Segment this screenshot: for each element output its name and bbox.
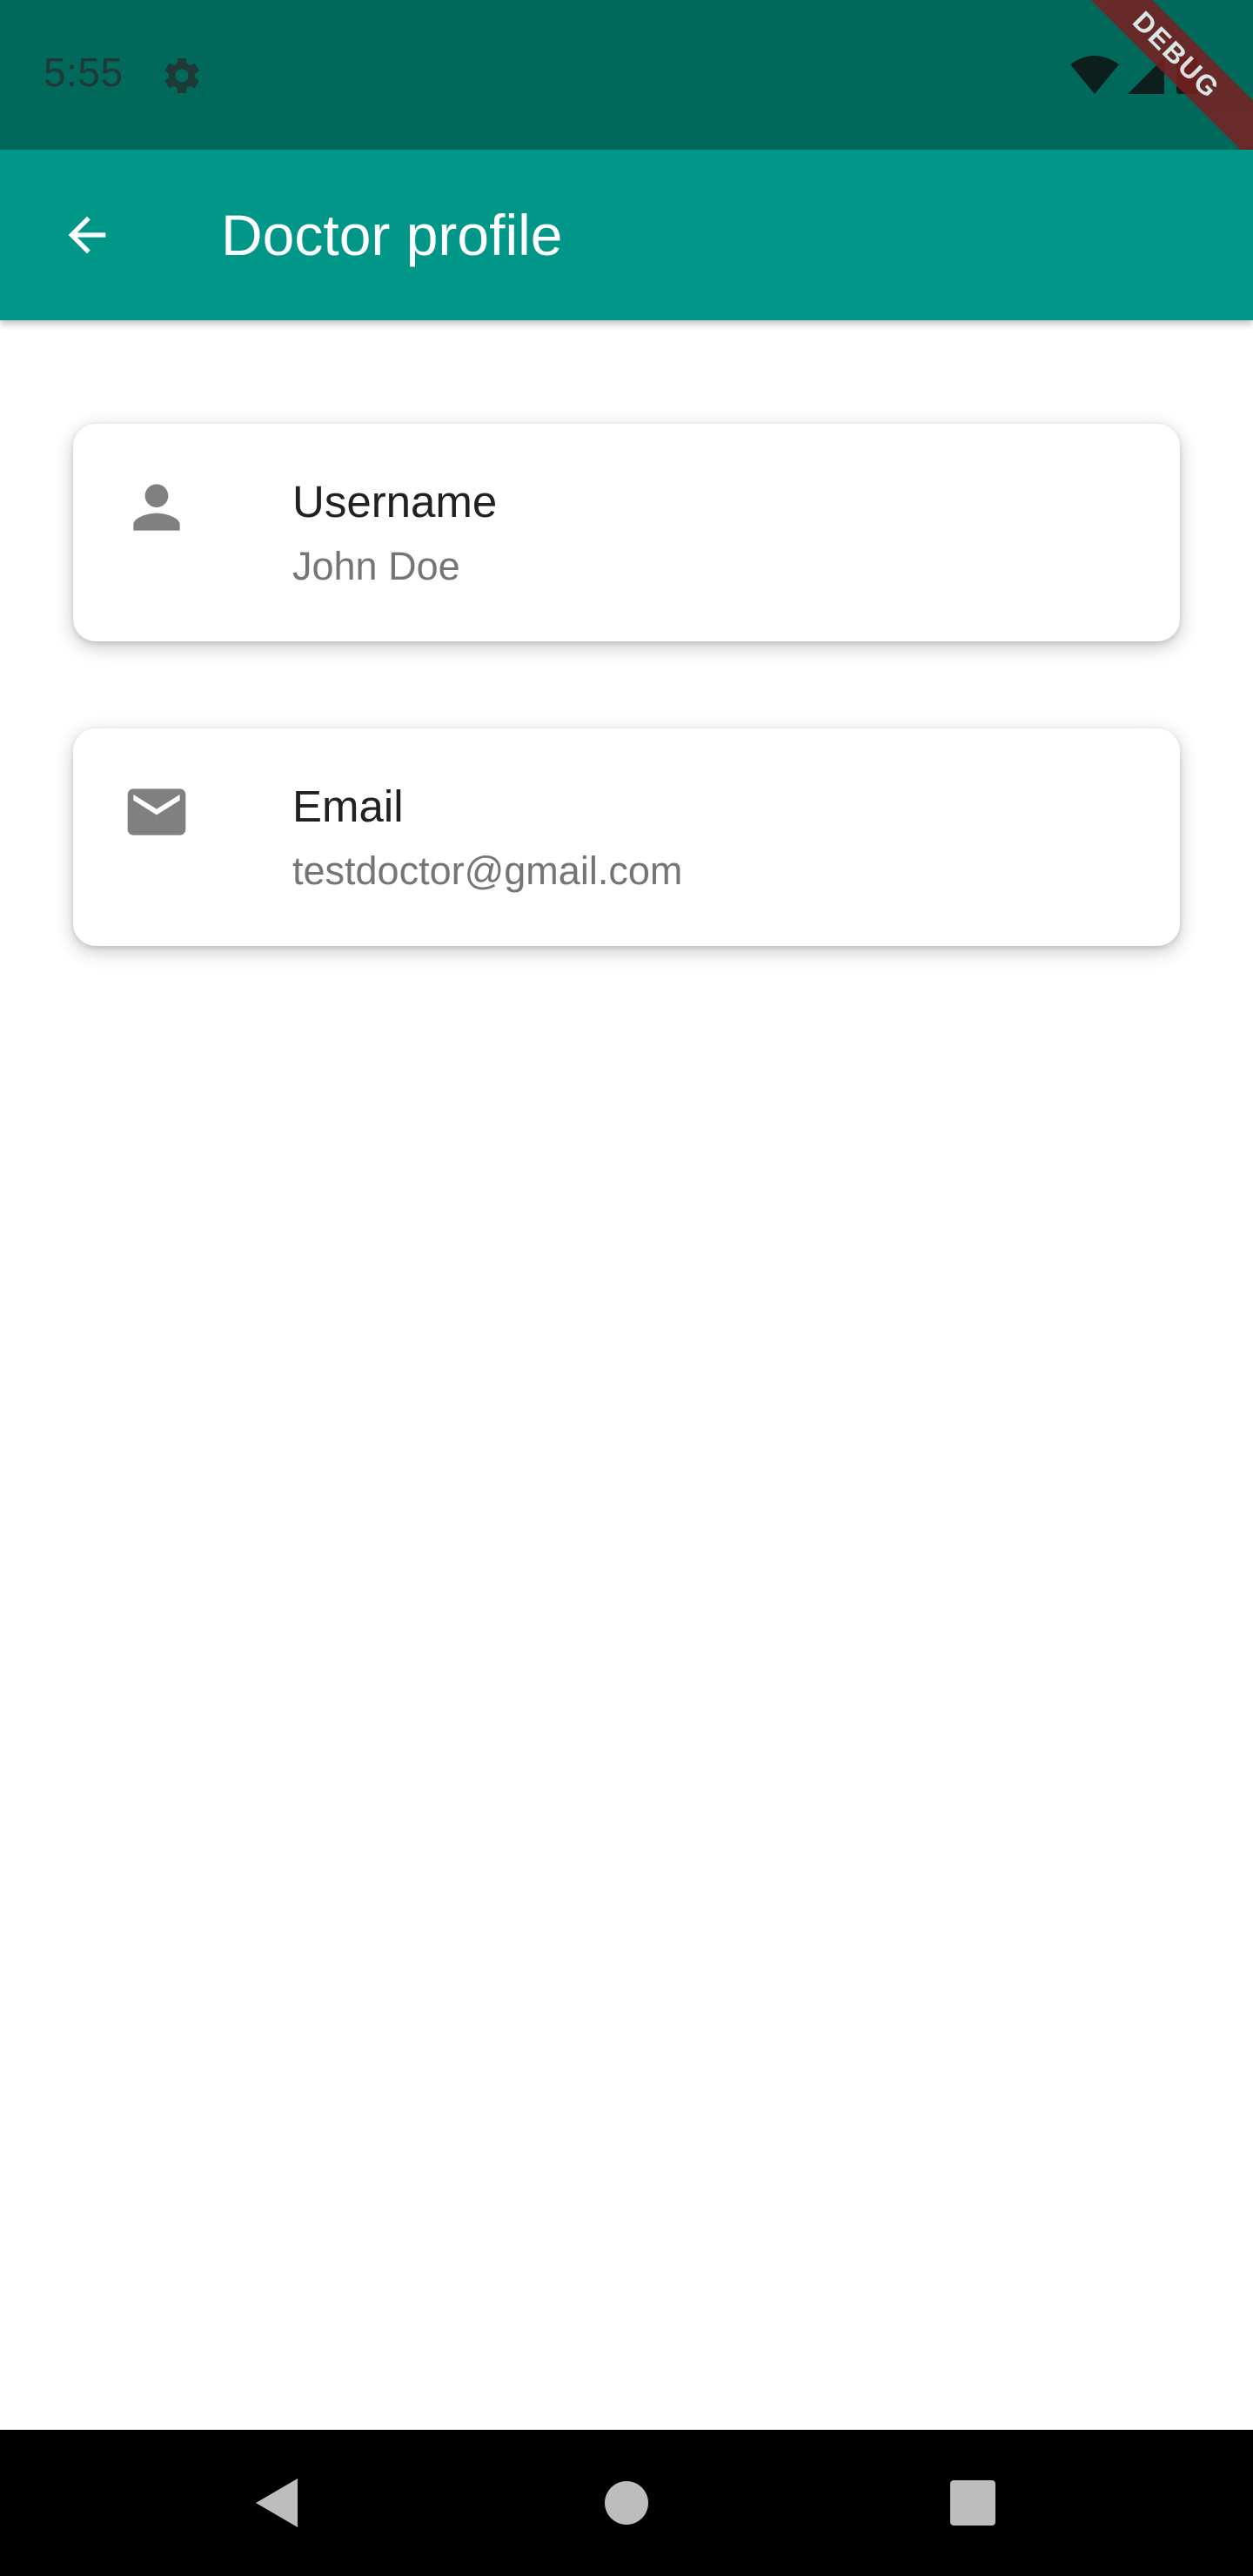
email-label: Email [292, 782, 404, 831]
email-card[interactable]: Email testdoctor@gmail.com [73, 728, 1180, 946]
recents-square-icon [950, 2480, 995, 2526]
screen: 5:55 DEBUG Doctor profile Username John … [0, 0, 1253, 2576]
person-icon [133, 484, 180, 531]
page-title: Doctor profile [221, 203, 563, 267]
mail-icon [127, 788, 186, 835]
nav-home-button[interactable] [583, 2459, 670, 2546]
wifi-icon [1070, 56, 1119, 94]
email-value: testdoctor@gmail.com [292, 849, 683, 893]
nav-back-button[interactable] [233, 2459, 320, 2546]
back-triangle-icon [256, 2479, 298, 2527]
home-circle-icon [605, 2481, 648, 2525]
username-value: John Doe [292, 544, 460, 588]
back-button[interactable] [42, 190, 132, 280]
username-label: Username [292, 477, 498, 527]
app-bar: Doctor profile [0, 150, 1253, 320]
system-nav-bar [0, 2430, 1253, 2576]
gear-icon [164, 57, 199, 93]
status-bar: 5:55 DEBUG [0, 0, 1253, 163]
arrow-back-icon [68, 216, 106, 254]
nav-recents-button[interactable] [929, 2459, 1016, 2546]
status-time: 5:55 [44, 50, 124, 95]
username-card[interactable]: Username John Doe [73, 424, 1180, 641]
